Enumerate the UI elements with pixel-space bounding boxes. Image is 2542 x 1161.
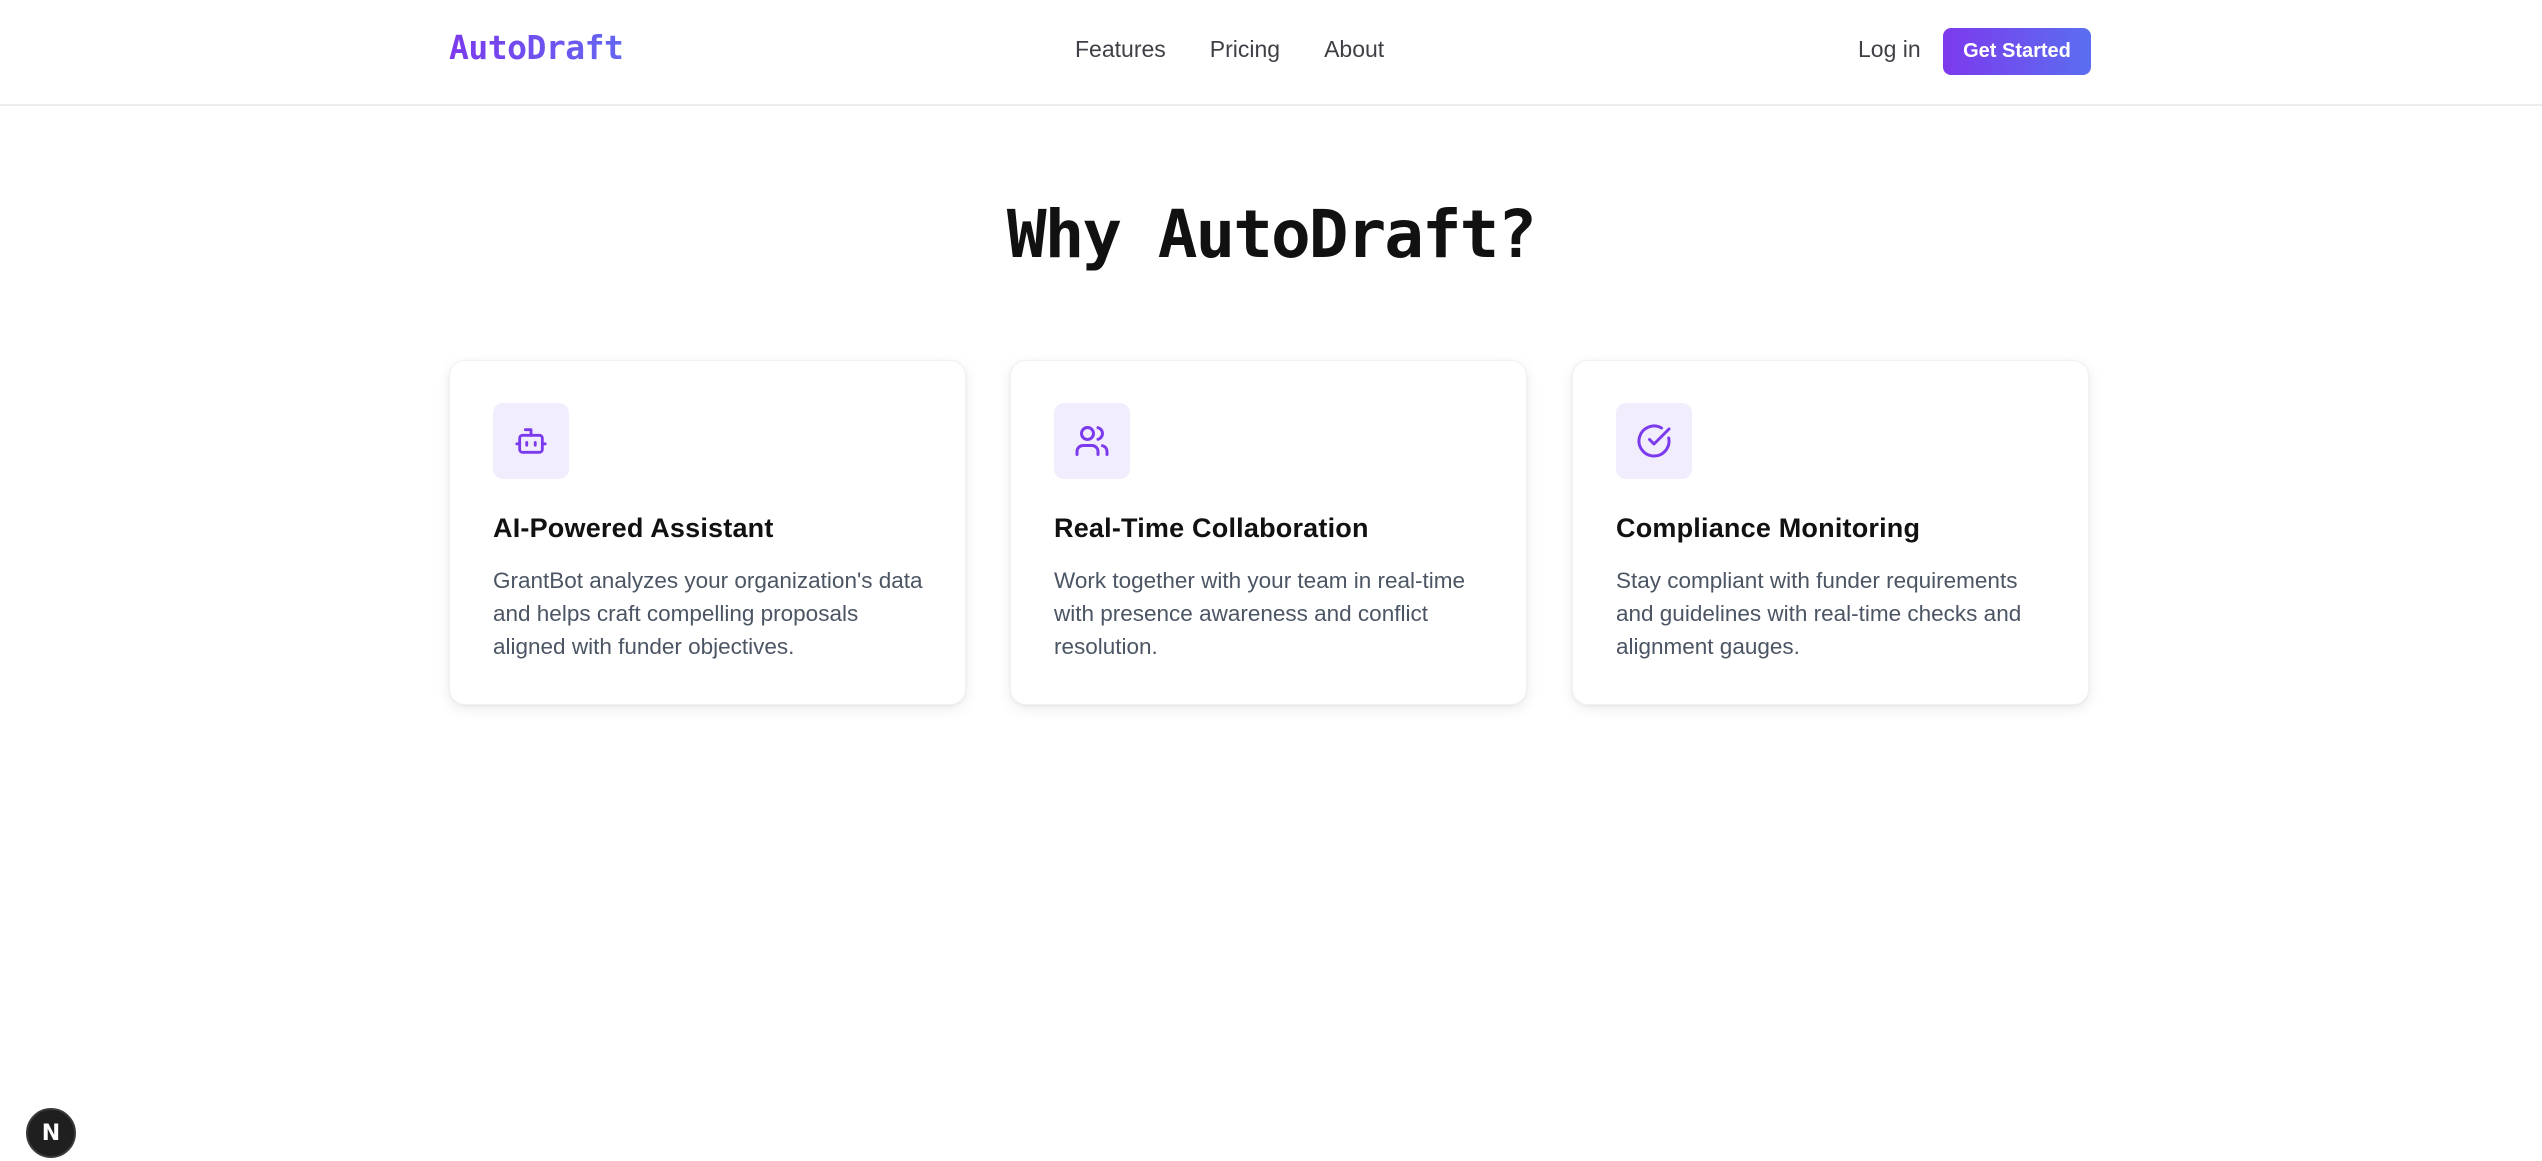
nav-link-features[interactable]: Features xyxy=(1075,36,1166,63)
get-started-button[interactable]: Get Started xyxy=(1943,28,2091,75)
users-icon xyxy=(1075,426,1109,456)
feature-title: Real-Time Collaboration xyxy=(1054,513,1369,543)
login-link[interactable]: Log in xyxy=(1858,36,1921,63)
logo[interactable]: AutoDraft xyxy=(449,28,624,67)
feature-description: GrantBot analyzes your organization's da… xyxy=(493,568,923,659)
check-circle-icon xyxy=(1637,424,1671,458)
bot-icon xyxy=(515,428,547,454)
feature-title: Compliance Monitoring xyxy=(1616,513,1921,543)
feature-title: AI-Powered Assistant xyxy=(493,513,774,543)
feature-icon-container xyxy=(1054,403,1130,479)
feature-icon-container xyxy=(1616,403,1692,479)
feature-card-collaboration: Real-Time Collaboration Work together wi… xyxy=(1010,360,1527,705)
dev-tools-badge[interactable]: N xyxy=(26,1108,76,1158)
feature-icon-container xyxy=(493,403,569,479)
top-navbar: AutoDraft Features Pricing About Log in … xyxy=(0,0,2542,106)
section-heading: Why AutoDraft? xyxy=(1006,196,1537,273)
feature-card-compliance: Compliance Monitoring Stay compliant wit… xyxy=(1572,360,2089,705)
nav-link-about[interactable]: About xyxy=(1324,36,1384,63)
feature-description: Stay compliant with funder requirements … xyxy=(1616,568,2022,659)
nav-link-pricing[interactable]: Pricing xyxy=(1210,36,1280,63)
nav-links: Features Pricing About xyxy=(1075,36,1384,63)
feature-card-ai-assistant: AI-Powered Assistant GrantBot analyzes y… xyxy=(449,360,966,705)
feature-description: Work together with your team in real-tim… xyxy=(1054,568,1465,659)
